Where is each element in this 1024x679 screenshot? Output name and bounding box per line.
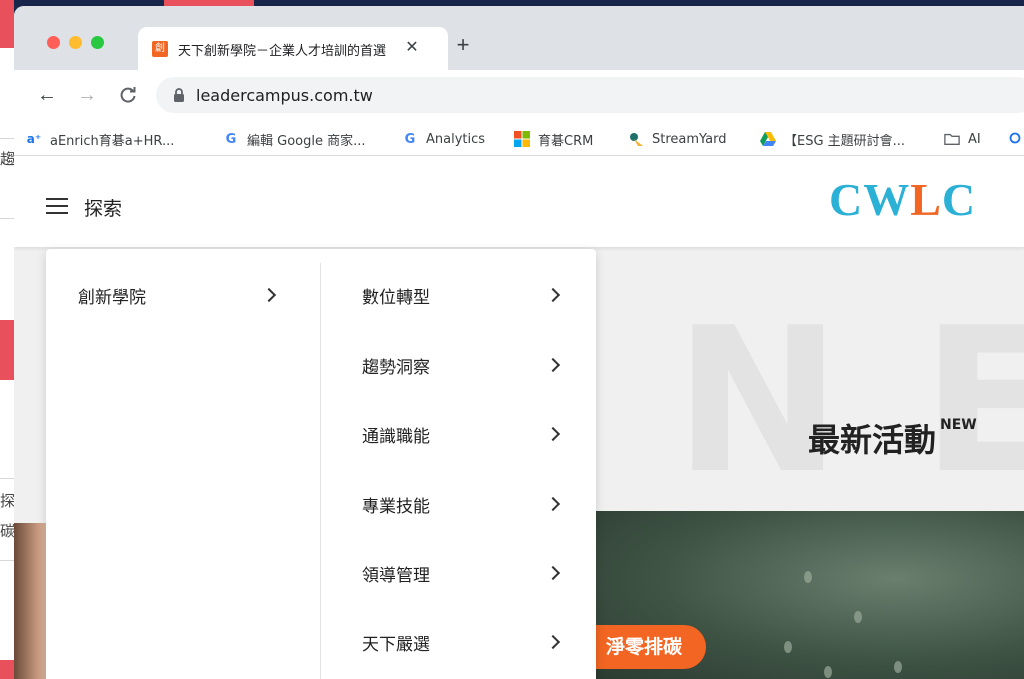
background-text: 趨 [0,150,14,168]
bookmark-item[interactable]: StreamYard [628,128,727,150]
browser-tab[interactable]: 創 天下創新學院－企業人才培訓的首選 ✕ [138,27,448,70]
background-text: 探 [0,492,14,510]
tab-strip: 創 天下創新學院－企業人才培訓的首選 ✕ + [14,6,1024,70]
submenu-item-label: 數位轉型 [362,287,430,308]
tab-close-icon[interactable]: ✕ [402,38,422,58]
submenu-item-label: 領導管理 [362,565,430,586]
submenu-item-digital-transformation[interactable]: 數位轉型 [362,275,562,315]
google-icon: G [225,131,237,147]
bookmark-label: StreamYard [652,131,727,147]
address-bar[interactable]: leadercampus.com.tw [156,77,1024,113]
bookmark-item[interactable]: 育碁CRM [514,128,593,150]
bookmark-item[interactable]: a⁺ aEnrich育碁a+HR... [26,128,175,150]
web-page: 探索 CWLC NEW 最新活動NEW 淨零排碳 創新學院 數位轉型 [14,157,1024,679]
chevron-right-icon [545,357,561,373]
menu-item-label: 創新學院 [78,287,146,308]
bookmark-label: aEnrich育碁a+HR... [50,133,175,149]
logo-text: CW [829,174,911,225]
bookmark-label: 編輯 Google 商家... [247,133,366,149]
google-drive-icon [760,131,776,147]
logo-text: C [941,174,977,225]
section-title: 最新活動 NEW [808,415,977,461]
background-text: 碳 [0,522,14,540]
tab-title: 天下創新學院－企業人才培訓的首選 [178,44,387,59]
forward-arrow-icon[interactable]: → [74,82,100,108]
background-divider [0,478,14,479]
bookmark-label: Analytics [426,131,486,147]
chevron-right-icon [545,634,561,650]
reload-icon[interactable] [115,82,141,108]
photo-detail [804,571,812,583]
aenrich-icon: a⁺ [26,132,42,146]
site-header: 探索 CWLC [14,157,1024,247]
new-badge: NEW [940,417,977,433]
back-arrow-icon[interactable]: ← [34,82,60,108]
logo-text-accent: L [910,174,942,225]
site-favicon-icon: 創 [152,41,168,57]
folder-icon [944,131,960,147]
submenu-item-label: 專業技能 [362,496,430,517]
bookmark-label: 育碁CRM [538,133,594,149]
explore-mega-menu: 創新學院 數位轉型 趨勢洞察 通識職能 專業技能 領導管理 天下嚴選 [46,249,596,679]
browser-toolbar: ← → leadercampus.com.tw [14,70,1024,121]
maximize-window-button[interactable] [91,36,104,49]
cwlc-logo[interactable]: CWLC [829,173,976,226]
submenu-item-professional-skills[interactable]: 專業技能 [362,484,562,524]
chevron-right-icon [545,565,561,581]
bookmarks-bar: a⁺ aEnrich育碁a+HR... G 編輯 Google 商家... G … [14,121,1024,156]
submenu-item-leadership-management[interactable]: 領導管理 [362,553,562,593]
hero-watermark-text: NEW [674,285,1024,518]
background-divider [0,138,14,139]
photo-detail [824,666,832,678]
microsoft-icon [514,131,530,147]
background-red-block [0,320,14,380]
bookmark-label: AI [968,131,981,147]
close-window-button[interactable] [47,36,60,49]
lock-icon [174,88,184,102]
bookmark-item[interactable]: 【ESG 主題研討會... [760,128,905,150]
explore-menu-label[interactable]: 探索 [84,194,122,221]
submenu-item-label: 趨勢洞察 [362,357,430,378]
submenu-item-trend-insights[interactable]: 趨勢洞察 [362,345,562,385]
background-divider [0,218,14,219]
bookmark-item[interactable]: G 編輯 Google 商家... [223,128,366,150]
photo-detail [784,641,792,653]
google-icon: G [404,131,416,147]
section-title-text: 最新活動 [808,421,937,459]
submenu-item-label: 通識職能 [362,426,430,447]
menu-divider [320,263,321,679]
background-red-block [0,660,14,679]
new-tab-button[interactable]: + [451,34,475,58]
bookmark-item[interactable]: G Analytics [402,128,485,150]
background-divider [0,560,14,561]
chevron-right-icon [545,496,561,512]
submenu-item-label: 天下嚴選 [362,634,430,655]
streamyard-icon [628,131,644,147]
chevron-right-icon [545,426,561,442]
bookmark-label: 【ESG 主題研討會... [784,133,906,149]
submenu-item-cw-selection[interactable]: 天下嚴選 [362,622,562,662]
background-window-strip: 趨 探 碳 [0,0,14,679]
minimize-window-button[interactable] [69,36,82,49]
photo-detail [854,611,862,623]
hamburger-menu-icon[interactable] [46,198,68,214]
chevron-right-icon [261,287,277,303]
chevron-right-icon [545,287,561,303]
search-icon[interactable] [1009,128,1023,150]
photo-detail [894,661,902,673]
submenu-item-general-competencies[interactable]: 通識職能 [362,414,562,454]
browser-window: 創 天下創新學院－企業人才培訓的首選 ✕ + ← → leadercampus.… [14,6,1024,679]
menu-item-innovation-academy[interactable]: 創新學院 [78,275,278,315]
url-text: leadercampus.com.tw [196,86,373,105]
bookmark-item[interactable]: AI [944,128,981,150]
background-red-block [0,0,14,48]
